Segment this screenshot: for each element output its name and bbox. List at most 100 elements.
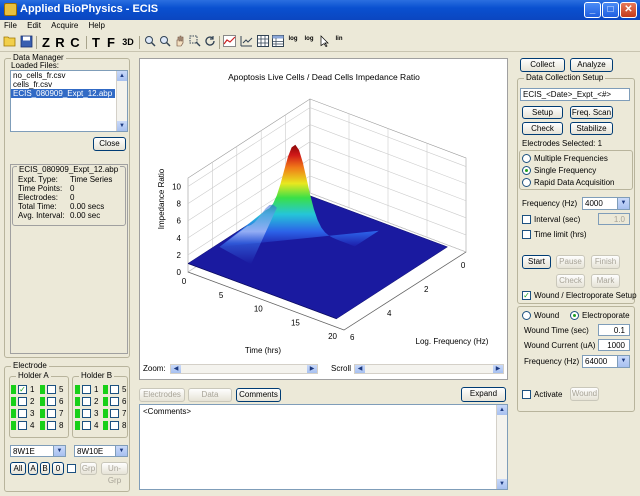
tab-electrodes[interactable]: Electrodes <box>139 388 185 402</box>
list-item[interactable]: cells_fr.csv <box>11 80 127 89</box>
interval-checkbox[interactable] <box>522 215 531 224</box>
impedance-3d-surface-plot[interactable]: 024681005101520 6420 Apoptosis Live Cells… <box>140 59 509 361</box>
scroll-right-icon[interactable]: ▶ <box>307 365 317 373</box>
interval-input[interactable]: 1.0 <box>598 213 630 225</box>
stabilize-button[interactable]: Stabilize <box>570 122 613 135</box>
pause-button[interactable]: Pause <box>556 255 585 269</box>
zoom-in-icon[interactable] <box>143 35 156 50</box>
well-checkbox[interactable] <box>18 421 27 430</box>
select-all-button[interactable]: All <box>10 462 26 475</box>
holder-b-array-select[interactable]: 8W10E ▼ <box>74 445 128 457</box>
comments-textarea[interactable]: <Comments> ▲ ▼ <box>139 404 508 490</box>
analyze-button[interactable]: Analyze <box>570 58 613 72</box>
menu-help[interactable]: Help <box>85 20 109 31</box>
well-checkbox[interactable] <box>82 409 91 418</box>
maximize-button[interactable]: □ <box>602 2 619 18</box>
scroll-down-icon[interactable]: ▼ <box>117 121 127 131</box>
zoom-region-icon[interactable] <box>188 35 201 50</box>
wound-current-input[interactable]: 1000 <box>598 339 630 351</box>
well-checkbox[interactable] <box>47 397 56 406</box>
f-button[interactable]: F <box>105 35 117 50</box>
tab-data[interactable]: Data <box>188 388 232 402</box>
log-x-button[interactable]: log <box>286 35 300 50</box>
mode-radio-single[interactable] <box>522 166 531 175</box>
scroll-up-icon[interactable]: ▲ <box>117 71 127 81</box>
time-limit-checkbox[interactable] <box>522 230 531 239</box>
pan-hand-icon[interactable] <box>173 35 186 50</box>
zoom-scrollbar[interactable]: ◀ ▶ <box>170 364 318 374</box>
wound-radio[interactable] <box>522 311 531 320</box>
c-button[interactable]: C <box>69 35 81 50</box>
check-run-button[interactable]: Check <box>556 274 585 288</box>
well-checkbox[interactable] <box>110 421 119 430</box>
well-checkbox[interactable] <box>110 397 119 406</box>
activate-checkbox[interactable] <box>522 390 531 399</box>
wound-frequency-select[interactable]: 64000 ▼ <box>582 355 630 368</box>
loaded-files-list[interactable]: no_cells_fr.csv cells_fr.csv ECIS_080909… <box>10 70 128 132</box>
table-icon[interactable] <box>271 35 284 50</box>
setup-button[interactable]: Setup <box>522 106 563 119</box>
wound-setup-checkbox[interactable]: ✓ <box>522 291 531 300</box>
comments-scrollbar[interactable]: ▲ ▼ <box>496 405 507 489</box>
scroll-scrollbar[interactable]: ◀ ▶ <box>354 364 504 374</box>
mode-radio-rapid[interactable] <box>522 178 531 187</box>
scroll-left-icon[interactable]: ◀ <box>355 365 365 373</box>
group-button[interactable]: Grp <box>80 462 97 475</box>
check-button[interactable]: Check <box>522 122 563 135</box>
mode-radio-multiple[interactable] <box>522 154 531 163</box>
well-checkbox[interactable] <box>18 397 27 406</box>
close-file-button[interactable]: Close <box>93 137 126 151</box>
zoom-out-icon[interactable] <box>158 35 171 50</box>
electroporate-radio[interactable] <box>570 311 579 320</box>
t-button[interactable]: T <box>90 35 102 50</box>
z-button[interactable]: Z <box>40 35 52 50</box>
menu-edit[interactable]: Edit <box>23 20 45 31</box>
well-checkbox[interactable] <box>110 385 119 394</box>
save-disk-icon[interactable] <box>19 35 33 50</box>
list-item-selected[interactable]: ECIS_080909_Expt_12.abp <box>11 89 115 98</box>
tab-comments[interactable]: Comments <box>236 388 281 402</box>
start-button[interactable]: Start <box>522 255 551 269</box>
well-checkbox[interactable] <box>47 409 56 418</box>
grid-icon[interactable] <box>256 35 269 50</box>
scroll-left-icon[interactable]: ◀ <box>171 365 181 373</box>
rotate-icon[interactable] <box>203 35 216 50</box>
cursor-icon[interactable] <box>318 35 331 50</box>
collect-data-button[interactable]: Collect Data <box>520 58 565 81</box>
well-checkbox[interactable] <box>47 421 56 430</box>
well-checkbox[interactable] <box>82 421 91 430</box>
menu-file[interactable]: File <box>0 20 21 31</box>
wound-time-input[interactable]: 0.1 <box>598 324 630 336</box>
close-window-button[interactable]: ✕ <box>620 2 637 18</box>
wound-button[interactable]: Wound <box>570 387 599 401</box>
chart-options-icon[interactable] <box>239 35 253 50</box>
group-checkbox[interactable] <box>67 464 76 473</box>
log-y-button[interactable]: log <box>302 35 316 50</box>
lin-button[interactable]: lin <box>333 35 345 50</box>
finish-button[interactable]: Finish <box>591 255 620 269</box>
frequency-select[interactable]: 4000 ▼ <box>582 197 630 210</box>
well-checkbox[interactable]: ✓ <box>18 385 27 394</box>
select-b-button[interactable]: B <box>40 462 50 475</box>
ungroup-button[interactable]: Un-Grp <box>101 462 128 485</box>
mark-button[interactable]: Mark <box>591 274 620 288</box>
minimize-button[interactable]: _ <box>584 2 601 18</box>
holder-a-array-select[interactable]: 8W1E ▼ <box>10 445 66 457</box>
expand-button[interactable]: Expand <box>461 387 506 402</box>
well-checkbox[interactable] <box>110 409 119 418</box>
file-list-scrollbar[interactable]: ▲ ▼ <box>116 71 127 131</box>
well-checkbox[interactable] <box>82 385 91 394</box>
3d-button[interactable]: 3D <box>120 35 136 50</box>
scroll-down-icon[interactable]: ▼ <box>497 479 507 489</box>
well-checkbox[interactable] <box>47 385 56 394</box>
filename-input[interactable]: ECIS_<Date>_Expt_<#> <box>520 88 630 101</box>
scroll-right-icon[interactable]: ▶ <box>493 365 503 373</box>
line-graph-icon[interactable] <box>222 35 236 50</box>
select-a-button[interactable]: A <box>28 462 38 475</box>
well-checkbox[interactable] <box>18 409 27 418</box>
open-folder-icon[interactable] <box>3 35 17 50</box>
select-zero-button[interactable]: 0 <box>52 462 64 475</box>
menu-acquire[interactable]: Acquire <box>47 20 82 31</box>
freq-scan-button[interactable]: Freq. Scan <box>570 106 613 119</box>
well-checkbox[interactable] <box>82 397 91 406</box>
